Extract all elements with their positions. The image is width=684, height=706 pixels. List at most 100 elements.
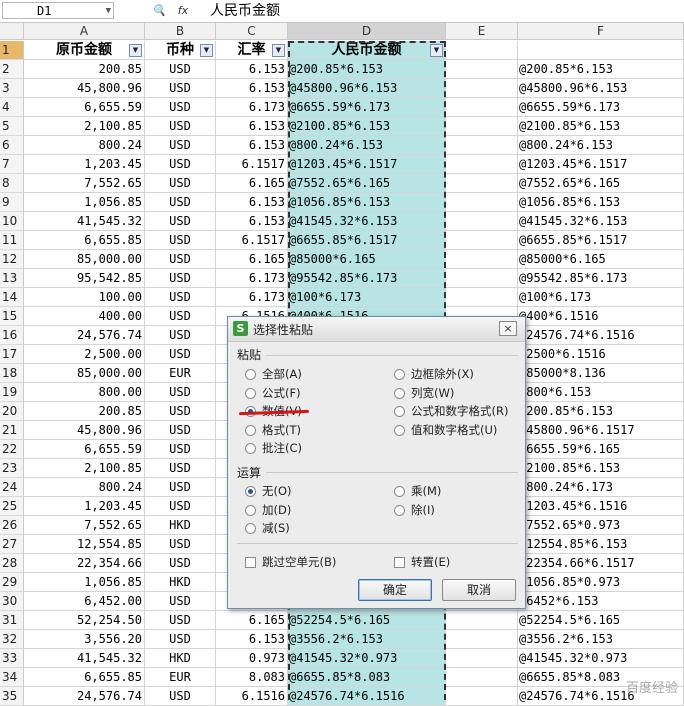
cell-c[interactable]: 6.173 xyxy=(216,269,288,288)
cell-b[interactable]: USD xyxy=(145,250,216,269)
cell-c[interactable]: 0.973 xyxy=(216,649,288,668)
cell-d[interactable]: @800.24*6.153 xyxy=(288,136,446,155)
column-header-d[interactable]: D xyxy=(288,23,446,40)
ok-button[interactable]: 确定 xyxy=(358,579,432,601)
cell-e[interactable] xyxy=(446,60,518,79)
operation-option-radio[interactable]: 乘(M) xyxy=(394,483,441,499)
header-cell-f[interactable] xyxy=(518,41,684,60)
row-header[interactable]: 6 xyxy=(0,136,24,155)
cell-a[interactable]: 52,254.50 xyxy=(24,611,145,630)
row-header[interactable]: 29 xyxy=(0,573,24,592)
cell-b[interactable]: USD xyxy=(145,478,216,497)
paste-option-radio[interactable]: 全部(A) xyxy=(245,366,302,382)
operation-option-radio[interactable]: 除(I) xyxy=(394,502,435,518)
cell-d[interactable]: @6655.85*6.1517 xyxy=(288,231,446,250)
cell-f[interactable]: @22354.66*6.1517 xyxy=(518,554,684,573)
cell-f[interactable]: @41545.32*0.973 xyxy=(518,649,684,668)
row-header[interactable]: 22 xyxy=(0,440,24,459)
cell-e[interactable] xyxy=(446,212,518,231)
cell-d[interactable]: @52254.5*6.165 xyxy=(288,611,446,630)
cell-f[interactable]: @45800.96*6.153 xyxy=(518,79,684,98)
row-header[interactable]: 19 xyxy=(0,383,24,402)
cell-f[interactable]: @800*6.153 xyxy=(518,383,684,402)
cell-d[interactable]: @6655.59*6.173 xyxy=(288,98,446,117)
cell-a[interactable]: 7,552.65 xyxy=(24,174,145,193)
cell-e[interactable] xyxy=(446,155,518,174)
cell-f[interactable]: @24576.74*6.1516 xyxy=(518,326,684,345)
paste-option-radio[interactable]: 公式和数字格式(R) xyxy=(394,403,508,419)
cell-e[interactable] xyxy=(446,668,518,687)
cell-f[interactable]: @41545.32*6.153 xyxy=(518,212,684,231)
paste-option-radio[interactable]: 值和数字格式(U) xyxy=(394,422,497,438)
row-header[interactable]: 27 xyxy=(0,535,24,554)
cell-b[interactable]: USD xyxy=(145,307,216,326)
row-header[interactable]: 35 xyxy=(0,687,24,706)
cell-f[interactable]: @45800.96*6.1517 xyxy=(518,421,684,440)
cell-b[interactable]: USD xyxy=(145,630,216,649)
cell-b[interactable]: USD xyxy=(145,611,216,630)
radio-button[interactable] xyxy=(245,504,256,516)
row-header[interactable]: 8 xyxy=(0,174,24,193)
cell-f[interactable]: @85000*6.165 xyxy=(518,250,684,269)
cell-d[interactable]: @100*6.173 xyxy=(288,288,446,307)
cell-d[interactable]: @95542.85*6.173 xyxy=(288,269,446,288)
cell-a[interactable]: 41,545.32 xyxy=(24,649,145,668)
row-header[interactable]: 21 xyxy=(0,421,24,440)
cell-d[interactable]: @45800.96*6.153 xyxy=(288,79,446,98)
row-header[interactable]: 17 xyxy=(0,345,24,364)
cell-a[interactable]: 2,100.85 xyxy=(24,459,145,478)
cell-c[interactable]: 6.153 xyxy=(216,60,288,79)
cell-e[interactable] xyxy=(446,611,518,630)
cell-b[interactable]: USD xyxy=(145,212,216,231)
filter-dropdown-icon[interactable]: ▼ xyxy=(430,44,443,57)
row-header[interactable]: 12 xyxy=(0,250,24,269)
fx-button[interactable]: fx xyxy=(174,3,192,19)
radio-button[interactable] xyxy=(394,424,405,436)
row-header[interactable]: 20 xyxy=(0,402,24,421)
cell-e[interactable] xyxy=(446,117,518,136)
cell-f[interactable]: @1056.85*6.153 xyxy=(518,193,684,212)
cell-c[interactable]: 6.1517 xyxy=(216,231,288,250)
cell-f[interactable]: @3556.2*6.153 xyxy=(518,630,684,649)
cell-b[interactable]: USD xyxy=(145,440,216,459)
cell-f[interactable]: @95542.85*6.173 xyxy=(518,269,684,288)
cell-b[interactable]: USD xyxy=(145,98,216,117)
paste-option-radio[interactable]: 列宽(W) xyxy=(394,385,454,401)
cell-a[interactable]: 3,556.20 xyxy=(24,630,145,649)
chevron-down-icon[interactable]: ▼ xyxy=(106,3,111,20)
cell-b[interactable]: USD xyxy=(145,60,216,79)
cell-c[interactable]: 6.165 xyxy=(216,250,288,269)
close-button[interactable]: × xyxy=(499,321,517,336)
checkbox-box[interactable] xyxy=(245,557,256,568)
radio-button[interactable] xyxy=(245,369,256,380)
cell-b[interactable]: USD xyxy=(145,174,216,193)
cell-f[interactable]: @6655.85*6.1517 xyxy=(518,231,684,250)
cell-d[interactable]: @6655.85*8.083 xyxy=(288,668,446,687)
cell-e[interactable] xyxy=(446,269,518,288)
cell-f[interactable]: @200.85*6.153 xyxy=(518,60,684,79)
cell-b[interactable]: USD xyxy=(145,687,216,706)
cell-f[interactable]: @2100.85*6.153 xyxy=(518,459,684,478)
row-header[interactable]: 24 xyxy=(0,478,24,497)
cell-b[interactable]: USD xyxy=(145,421,216,440)
row-header[interactable]: 1 xyxy=(0,41,24,60)
cell-b[interactable]: USD xyxy=(145,79,216,98)
row-header[interactable]: 23 xyxy=(0,459,24,478)
cell-f[interactable]: @7552.65*6.165 xyxy=(518,174,684,193)
header-cell-d[interactable]: 人民币金额 ▼ xyxy=(288,41,446,60)
column-header-c[interactable]: C xyxy=(216,23,288,40)
cell-a[interactable]: 200.85 xyxy=(24,402,145,421)
cell-e[interactable] xyxy=(446,174,518,193)
cell-b[interactable]: EUR xyxy=(145,364,216,383)
cell-c[interactable]: 6.173 xyxy=(216,98,288,117)
cell-c[interactable]: 6.165 xyxy=(216,611,288,630)
row-header[interactable]: 31 xyxy=(0,611,24,630)
cell-b[interactable]: USD xyxy=(145,269,216,288)
row-header[interactable]: 7 xyxy=(0,155,24,174)
cell-f[interactable]: @2100.85*6.153 xyxy=(518,117,684,136)
cell-c[interactable]: 6.153 xyxy=(216,136,288,155)
cell-a[interactable]: 200.85 xyxy=(24,60,145,79)
cell-a[interactable]: 1,056.85 xyxy=(24,573,145,592)
cell-d[interactable]: @1203.45*6.1517 xyxy=(288,155,446,174)
radio-button[interactable] xyxy=(245,387,256,399)
